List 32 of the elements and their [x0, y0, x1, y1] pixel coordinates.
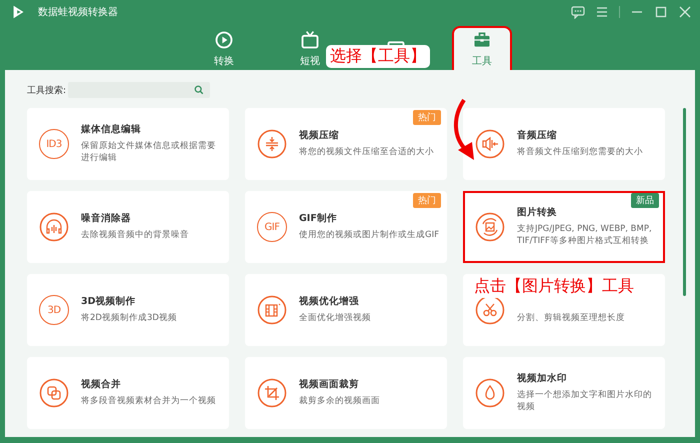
tool-description: 将音频文件压缩到您需要的大小	[517, 147, 644, 159]
tool-description: 支持JPG/JPEG, PNG, WEBP, BMP, TIF/TIFF等多种图片格式互相转换	[517, 224, 653, 248]
tool-description: 选择一个想添加文字和图片水印的视频	[517, 390, 653, 414]
tool-title: 图片转换	[517, 206, 558, 220]
window-title: 数据蛙视频转换器	[38, 6, 118, 19]
badge: 热门	[413, 110, 441, 125]
tool-description: 将2D视频制作成3D视频	[81, 313, 178, 325]
tool-description: 将多段音视频素材合并为一个视频	[81, 396, 217, 408]
tool-description: 去除视频音频中的背景噪音	[81, 230, 190, 242]
tool-title: 视频画面裁剪	[299, 378, 360, 392]
tool-title: GIF制作	[299, 212, 338, 226]
tool-title: 噪音消除器	[81, 212, 132, 226]
tool-title: 媒体信息编辑	[81, 123, 142, 136]
tool-title: 视频合并	[81, 378, 122, 392]
tool-icon: GIF	[257, 212, 287, 242]
search-label: 工具搜索:	[27, 84, 66, 96]
tool-description: 分割、剪辑视频至理想长度	[517, 313, 626, 325]
tool-title: 视频加水印	[517, 372, 568, 386]
tool-description: 保留原始文件媒体信息或根据需要进行编辑	[81, 141, 217, 165]
tool-title: 视频优化增强	[299, 295, 360, 308]
tool-title: 音频压缩	[517, 129, 558, 142]
annotation-tooltip: 选择【工具】	[326, 45, 430, 68]
tool-icon: 3D	[39, 295, 69, 325]
tool-icon: ID3	[39, 129, 69, 159]
tool-description: 使用您的视频或图片制作或生成GIF	[299, 230, 440, 242]
tool-description: 全面优化增强视频	[299, 313, 372, 325]
badge: 新品	[631, 193, 659, 208]
tool-description: 将您的视频文件压缩至合适的大小	[299, 147, 435, 159]
tool-title: 3D视频制作	[81, 295, 136, 308]
badge: 热门	[413, 193, 441, 208]
tool-description: 裁剪多余的视频画面	[299, 396, 381, 408]
tool-title: 视频压缩	[299, 129, 340, 142]
